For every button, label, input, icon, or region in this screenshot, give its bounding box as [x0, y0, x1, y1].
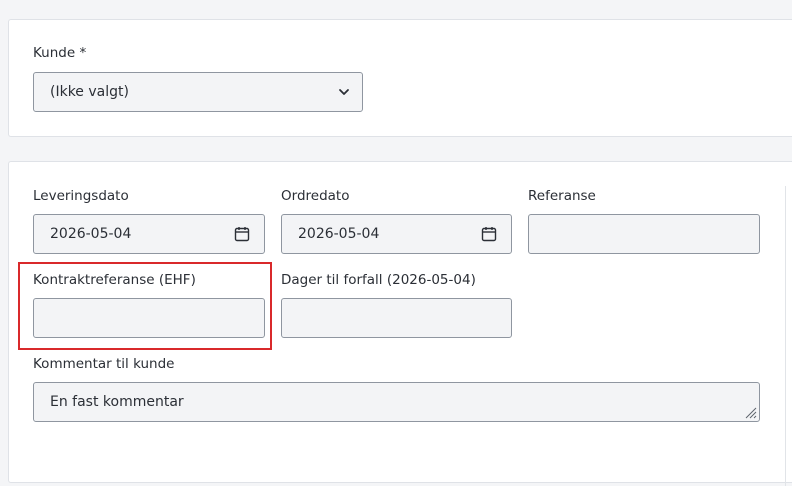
reference-input[interactable]	[528, 214, 760, 254]
customer-select-value: (Ikke valgt)	[50, 84, 129, 100]
comment-label: Kommentar til kunde	[33, 356, 175, 372]
calendar-icon[interactable]	[481, 226, 497, 242]
order-date-value: 2026-05-04	[298, 226, 380, 242]
resize-handle-icon[interactable]	[743, 405, 757, 419]
days-due-input[interactable]	[281, 298, 512, 338]
comment-value: En fast kommentar	[50, 394, 184, 410]
reference-label: Referanse	[528, 188, 596, 204]
delivery-date-value: 2026-05-04	[50, 226, 132, 242]
order-date-label: Ordredato	[281, 188, 350, 204]
customer-select[interactable]: (Ikke valgt)	[33, 72, 363, 112]
comment-textarea[interactable]: En fast kommentar	[33, 382, 760, 422]
contract-reference-label: Kontraktreferanse (EHF)	[33, 272, 196, 288]
days-due-label: Dager til forfall (2026-05-04)	[281, 272, 476, 288]
chevron-down-icon	[339, 89, 349, 95]
column-divider	[785, 186, 786, 486]
contract-reference-input[interactable]	[33, 298, 265, 338]
delivery-date-input[interactable]: 2026-05-04	[33, 214, 265, 254]
calendar-icon[interactable]	[234, 226, 250, 242]
delivery-date-label: Leveringsdato	[33, 188, 129, 204]
order-date-input[interactable]: 2026-05-04	[281, 214, 512, 254]
customer-label: Kunde *	[33, 45, 87, 61]
